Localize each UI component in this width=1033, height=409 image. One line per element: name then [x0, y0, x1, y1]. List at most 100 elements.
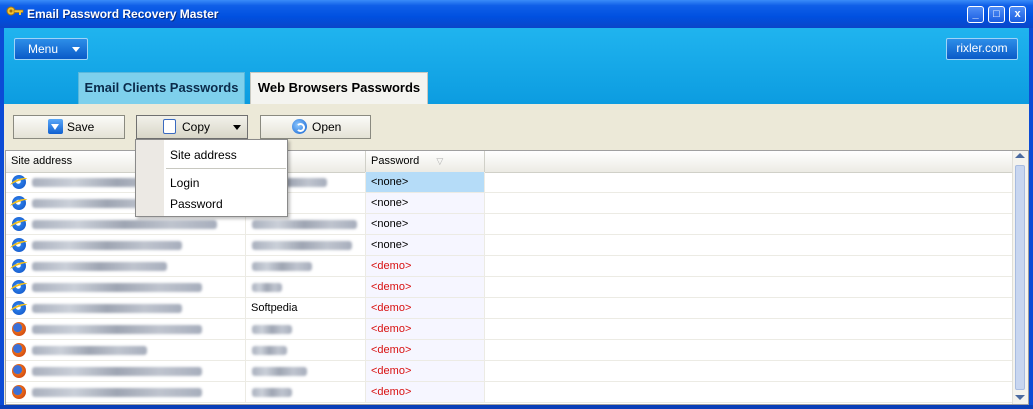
- menu-item-site-address[interactable]: Site address: [170, 148, 237, 162]
- password-text: <demo>: [371, 302, 412, 314]
- redacted-text: [252, 262, 312, 271]
- password-cell[interactable]: <none>: [366, 172, 485, 192]
- ie-icon: [12, 259, 26, 273]
- ie-icon: [12, 175, 26, 189]
- password-cell[interactable]: <demo>: [366, 382, 485, 402]
- window-bottom-border: [0, 405, 1033, 409]
- login-cell[interactable]: [246, 277, 366, 297]
- chevron-down-icon: [72, 47, 80, 52]
- scroll-thumb[interactable]: [1015, 165, 1025, 390]
- redacted-text: [32, 367, 202, 376]
- close-button[interactable]: x: [1009, 6, 1026, 23]
- column-password-label: Password: [371, 155, 420, 167]
- copy-button[interactable]: Copy: [136, 115, 248, 139]
- redacted-text: [252, 325, 292, 334]
- firefox-icon: [12, 343, 26, 357]
- password-text: <demo>: [371, 260, 412, 272]
- login-text: Softpedia: [251, 302, 298, 314]
- login-cell[interactable]: [246, 235, 366, 255]
- site-address-cell[interactable]: [6, 319, 246, 339]
- login-cell[interactable]: [246, 214, 366, 234]
- site-address-cell[interactable]: [6, 277, 246, 297]
- redacted-text: [32, 220, 217, 229]
- password-text: <demo>: [371, 365, 412, 377]
- rixler-link-button[interactable]: rixler.com: [946, 38, 1018, 60]
- menu-item-login[interactable]: Login: [170, 176, 199, 190]
- login-cell[interactable]: [246, 361, 366, 381]
- redacted-text: [252, 367, 307, 376]
- password-cell[interactable]: <none>: [366, 214, 485, 234]
- ie-icon: [12, 280, 26, 294]
- password-text: <none>: [371, 197, 409, 209]
- password-cell[interactable]: <none>: [366, 193, 485, 213]
- site-address-cell[interactable]: [6, 340, 246, 360]
- redacted-text: [32, 346, 147, 355]
- table-row[interactable]: <demo>: [6, 361, 1014, 382]
- password-cell[interactable]: <demo>: [366, 277, 485, 297]
- password-cell[interactable]: <demo>: [366, 319, 485, 339]
- site-address-cell[interactable]: [6, 382, 246, 402]
- table-row[interactable]: <none>: [6, 235, 1014, 256]
- login-cell[interactable]: Softpedia: [246, 298, 366, 318]
- password-cell[interactable]: <none>: [366, 235, 485, 255]
- menu-gutter: [136, 140, 164, 216]
- open-button[interactable]: Open: [260, 115, 371, 139]
- login-cell[interactable]: [246, 382, 366, 402]
- window-title: Email Password Recovery Master: [27, 7, 219, 21]
- ie-icon: [12, 217, 26, 231]
- table-row[interactable]: <demo>: [6, 256, 1014, 277]
- maximize-button[interactable]: □: [988, 6, 1005, 23]
- ie-icon: [12, 238, 26, 252]
- firefox-icon: [12, 322, 26, 336]
- title-bar[interactable]: Email Password Recovery Master _ □ x: [0, 0, 1033, 28]
- vertical-scrollbar[interactable]: [1012, 151, 1028, 404]
- password-text: <demo>: [371, 323, 412, 335]
- site-address-cell[interactable]: [6, 298, 246, 318]
- site-address-cell[interactable]: [6, 256, 246, 276]
- ie-icon: [12, 196, 26, 210]
- redacted-text: [252, 220, 357, 229]
- site-address-cell[interactable]: [6, 214, 246, 234]
- login-cell[interactable]: [246, 256, 366, 276]
- password-cell[interactable]: <demo>: [366, 340, 485, 360]
- password-text: <demo>: [371, 281, 412, 293]
- menu-item-password[interactable]: Password: [170, 197, 223, 211]
- tab-email-clients[interactable]: Email Clients Passwords: [78, 72, 245, 104]
- password-cell[interactable]: <demo>: [366, 256, 485, 276]
- firefox-icon: [12, 364, 26, 378]
- password-text: <none>: [371, 239, 409, 251]
- chevron-down-icon: [233, 125, 241, 130]
- open-button-label: Open: [312, 120, 342, 134]
- password-cell[interactable]: <demo>: [366, 361, 485, 381]
- minimize-button[interactable]: _: [967, 6, 984, 23]
- table-row[interactable]: <demo>: [6, 340, 1014, 361]
- key-icon: [6, 6, 24, 16]
- column-password[interactable]: Password ▽: [366, 151, 485, 172]
- site-address-cell[interactable]: [6, 361, 246, 381]
- password-text: <demo>: [371, 344, 412, 356]
- table-row[interactable]: <demo>: [6, 382, 1014, 403]
- scroll-down-icon[interactable]: [1015, 395, 1025, 400]
- table-row[interactable]: <demo>: [6, 319, 1014, 340]
- redacted-text: [252, 388, 292, 397]
- menu-button[interactable]: Menu: [14, 38, 88, 60]
- tab-web-browsers[interactable]: Web Browsers Passwords: [250, 72, 428, 104]
- redacted-text: [252, 283, 282, 292]
- menu-separator: [166, 168, 286, 169]
- firefox-icon: [12, 385, 26, 399]
- menu-button-label: Menu: [28, 42, 59, 56]
- redacted-text: [32, 262, 167, 271]
- redacted-text: [32, 325, 202, 334]
- table-row[interactable]: Softpedia <demo>: [6, 298, 1014, 319]
- redacted-text: [252, 241, 352, 250]
- password-cell[interactable]: <demo>: [366, 298, 485, 318]
- login-cell[interactable]: [246, 319, 366, 339]
- table-row[interactable]: <none>: [6, 214, 1014, 235]
- scroll-up-icon[interactable]: [1015, 153, 1025, 158]
- table-row[interactable]: <demo>: [6, 277, 1014, 298]
- save-button-label: Save: [67, 120, 95, 134]
- redacted-text: [32, 283, 202, 292]
- site-address-cell[interactable]: [6, 235, 246, 255]
- save-button[interactable]: Save: [13, 115, 125, 139]
- login-cell[interactable]: [246, 340, 366, 360]
